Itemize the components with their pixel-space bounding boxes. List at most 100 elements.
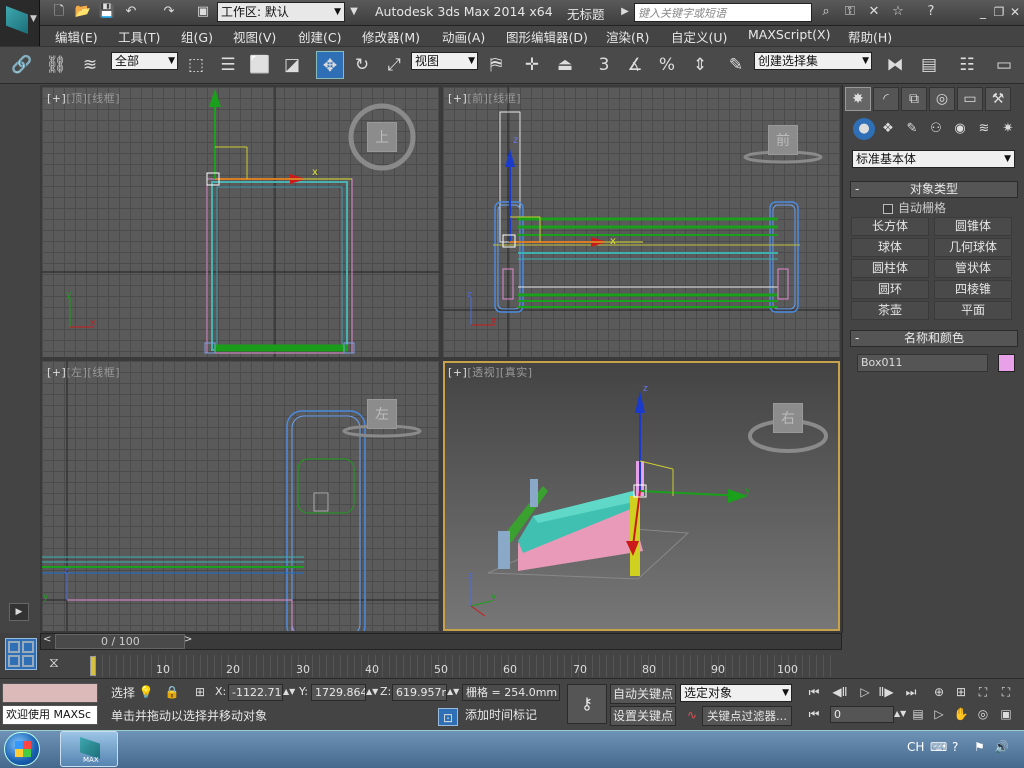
viewport-left[interactable]: [+][左][线框] z y 左 bbox=[42, 361, 439, 631]
key-tangent-icon[interactable]: ∿ bbox=[682, 706, 702, 724]
set-key-mode-button[interactable]: 设置关键点 bbox=[610, 706, 676, 726]
menu-animation[interactable]: 动画(A) bbox=[442, 27, 485, 46]
cameras-icon[interactable]: ⚇ bbox=[925, 118, 947, 140]
window-crossing-icon[interactable]: ◪ bbox=[278, 51, 306, 79]
binoculars-icon[interactable]: ⌕ bbox=[817, 3, 835, 21]
z-coordinate-input[interactable]: 619.957mr bbox=[392, 684, 447, 701]
x-coordinate-input[interactable]: -1122.713 bbox=[228, 684, 283, 701]
viewcube-icon[interactable]: 左 bbox=[367, 399, 397, 429]
viewcube-icon[interactable]: 前 bbox=[768, 125, 798, 155]
maximize-viewport-icon[interactable]: ▣ bbox=[996, 705, 1016, 723]
spinner-icon[interactable]: ▲▼ bbox=[447, 683, 459, 701]
torus-button[interactable]: 圆环 bbox=[851, 280, 929, 299]
taskbar-3dsmax-button[interactable]: MAX bbox=[60, 731, 118, 767]
angle-snap-icon[interactable]: ∡ bbox=[621, 51, 649, 79]
selection-filter-dropdown[interactable]: 全部 ▼ bbox=[111, 52, 178, 70]
select-object-icon[interactable]: ⬚ bbox=[182, 51, 210, 79]
menu-create[interactable]: 创建(C) bbox=[298, 27, 341, 46]
select-and-move-icon[interactable]: ✥ bbox=[316, 51, 344, 79]
viewcube-icon[interactable]: 右 bbox=[773, 403, 803, 433]
mini-curve-editor-icon[interactable]: ⧖ bbox=[49, 655, 73, 675]
pan-view-icon[interactable]: ✋ bbox=[951, 705, 971, 723]
key-filters-button[interactable]: 关键点过滤器... bbox=[702, 706, 792, 726]
help-tray-icon[interactable]: ? bbox=[952, 740, 958, 754]
time-slider[interactable]: < 0 / 100 > bbox=[40, 633, 842, 650]
menu-views[interactable]: 视图(V) bbox=[233, 27, 276, 46]
next-frame-icon[interactable]: Ⅱ▶ bbox=[876, 683, 896, 701]
mirror-icon[interactable]: ⧓ bbox=[881, 51, 909, 79]
favorites-star-icon[interactable]: ☆ bbox=[889, 3, 907, 21]
object-type-rollout[interactable]: - 对象类型 bbox=[850, 181, 1018, 198]
communication-center-icon[interactable]: ✕ bbox=[865, 3, 883, 21]
maxscript-listener-input[interactable]: 欢迎使用 MAXSc bbox=[2, 705, 98, 725]
save-file-icon[interactable]: 💾 bbox=[98, 3, 116, 21]
menu-rendering[interactable]: 渲染(R) bbox=[606, 27, 649, 46]
graphite-ribbon-icon[interactable]: ▭ bbox=[990, 51, 1018, 79]
snaps-toggle-icon[interactable]: 3 bbox=[590, 51, 618, 79]
object-color-swatch[interactable] bbox=[998, 354, 1015, 372]
zoom-extents-icon[interactable]: ⛶ bbox=[973, 683, 993, 701]
subscription-icon[interactable]: ⚿ bbox=[841, 3, 859, 21]
time-config-icon[interactable]: ▤ bbox=[908, 705, 928, 723]
minimize-icon[interactable]: _ bbox=[975, 4, 991, 20]
viewport-layout-icon[interactable] bbox=[5, 638, 37, 670]
absolute-mode-icon[interactable]: ⊞ bbox=[190, 683, 210, 701]
geosphere-button[interactable]: 几何球体 bbox=[934, 238, 1012, 257]
time-tag-icon[interactable]: ⊡ bbox=[438, 708, 458, 726]
workspace-dropdown[interactable]: 工作区: 默认 ▼ bbox=[217, 2, 345, 22]
display-tab-icon[interactable]: ▭ bbox=[957, 87, 983, 111]
time-next-icon[interactable]: > bbox=[184, 634, 192, 645]
space-warps-icon[interactable]: ≋ bbox=[973, 118, 995, 140]
modify-tab-icon[interactable]: ◜ bbox=[873, 87, 899, 111]
spinner-snap-icon[interactable]: ⇕ bbox=[686, 51, 714, 79]
action-center-icon[interactable]: ⚑ bbox=[974, 740, 985, 754]
menu-tools[interactable]: 工具(T) bbox=[118, 27, 160, 46]
menu-group[interactable]: 组(G) bbox=[181, 27, 213, 46]
search-expand-icon[interactable]: ▶ bbox=[616, 3, 634, 21]
layer-manager-icon[interactable]: ☷ bbox=[953, 51, 981, 79]
named-selection-dropdown[interactable]: 创建选择集 ▼ bbox=[754, 52, 872, 70]
zoom-extents-all-icon[interactable]: ⛶ bbox=[996, 683, 1016, 701]
keyboard-icon[interactable]: ⌨ bbox=[930, 740, 947, 754]
reference-coord-dropdown[interactable]: 视图 ▼ bbox=[411, 52, 478, 70]
menu-edit[interactable]: 编辑(E) bbox=[55, 27, 98, 46]
open-file-icon[interactable]: 📂 bbox=[74, 3, 92, 21]
previous-frame-icon[interactable]: ◀Ⅱ bbox=[830, 683, 850, 701]
object-name-input[interactable]: Box011 bbox=[857, 354, 988, 372]
go-to-end-icon[interactable]: ⏭ bbox=[901, 683, 921, 701]
menu-help[interactable]: 帮助(H) bbox=[848, 27, 892, 46]
input-language[interactable]: CH bbox=[907, 740, 924, 754]
name-color-rollout[interactable]: - 名称和颜色 bbox=[850, 330, 1018, 347]
key-mode-toggle-icon[interactable]: ⏮ bbox=[804, 705, 824, 723]
systems-icon[interactable]: ✷ bbox=[997, 118, 1019, 140]
spinner-icon[interactable]: ▲▼ bbox=[894, 705, 906, 723]
volume-icon[interactable]: 🔊 bbox=[994, 740, 1009, 754]
primitive-type-dropdown[interactable]: 标准基本体 ▼ bbox=[852, 150, 1015, 168]
viewcube-icon[interactable]: 上 bbox=[367, 122, 397, 152]
hierarchy-tab-icon[interactable]: ⧉ bbox=[901, 87, 927, 111]
undo-icon[interactable]: ↶ bbox=[122, 3, 140, 21]
shapes-icon[interactable]: ❖ bbox=[877, 118, 899, 140]
start-button[interactable] bbox=[4, 732, 40, 766]
tube-button[interactable]: 管状体 bbox=[934, 259, 1012, 278]
bind-space-warp-icon[interactable]: ≋ bbox=[76, 51, 104, 79]
rectangular-selection-icon[interactable]: ⬜ bbox=[246, 51, 274, 79]
spinner-icon[interactable]: ▲▼ bbox=[283, 683, 295, 701]
menu-modifiers[interactable]: 修改器(M) bbox=[362, 27, 420, 46]
selection-lock-icon[interactable]: 🔒 bbox=[162, 683, 182, 701]
auto-grid-checkbox[interactable]: 自动栅格 bbox=[883, 199, 946, 216]
zoom-icon[interactable]: ⊕ bbox=[929, 683, 949, 701]
plane-button[interactable]: 平面 bbox=[934, 301, 1012, 320]
pyramid-button[interactable]: 四棱锥 bbox=[934, 280, 1012, 299]
isolate-selection-icon[interactable]: 💡 bbox=[136, 683, 156, 701]
auto-key-button[interactable]: 自动关键点 bbox=[610, 684, 676, 704]
current-frame-marker[interactable] bbox=[90, 656, 96, 676]
menu-customize[interactable]: 自定义(U) bbox=[671, 27, 727, 46]
keyboard-shortcut-override-icon[interactable]: ⏏ bbox=[551, 51, 579, 79]
geometry-icon[interactable]: ● bbox=[853, 118, 875, 140]
track-bar[interactable]: 10 20 30 40 50 60 70 80 90 100 bbox=[40, 651, 842, 678]
current-frame-input[interactable]: 0 bbox=[830, 706, 894, 723]
close-icon[interactable]: ✕ bbox=[1007, 4, 1023, 20]
add-time-tag-label[interactable]: 添加时间标记 bbox=[462, 708, 560, 725]
viewport-front[interactable]: [+][前][线框] z x z x 前 bbox=[443, 87, 840, 357]
